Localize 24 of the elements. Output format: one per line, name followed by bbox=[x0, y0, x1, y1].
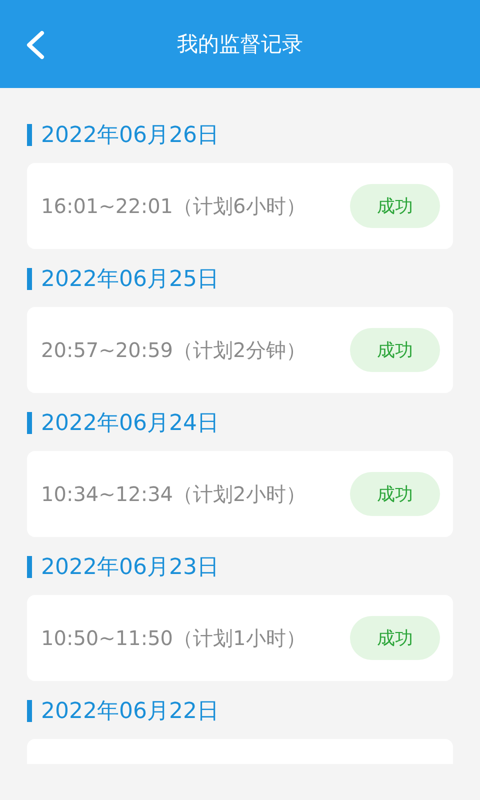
record-date: 2022年06月25日 bbox=[41, 266, 219, 294]
record-date: 2022年06月24日 bbox=[41, 410, 219, 438]
date-marker bbox=[27, 124, 32, 146]
record-date: 2022年06月23日 bbox=[41, 554, 219, 582]
record-card[interactable]: 16:01~22:01（计划6小时） 成功 bbox=[27, 163, 453, 249]
status-badge: 成功 bbox=[350, 472, 440, 516]
status-badge: 成功 bbox=[350, 184, 440, 228]
status-badge: 成功 bbox=[350, 616, 440, 660]
page-title: 我的监督记录 bbox=[177, 31, 303, 58]
date-marker bbox=[27, 412, 32, 434]
record-card[interactable]: 20:57~20:59（计划2分钟） 成功 bbox=[27, 307, 453, 393]
back-icon[interactable] bbox=[24, 30, 46, 60]
record-time: 10:50~11:50（计划1小时） bbox=[41, 624, 306, 652]
date-marker bbox=[27, 556, 32, 578]
record-time: 20:57~20:59（计划2分钟） bbox=[41, 336, 306, 364]
date-marker bbox=[27, 268, 32, 290]
record-date: 2022年06月22日 bbox=[41, 698, 219, 726]
record-card[interactable]: 10:34~12:34（计划2小时） 成功 bbox=[27, 451, 453, 537]
record-date: 2022年06月26日 bbox=[41, 122, 219, 150]
record-time: 10:34~12:34（计划2小时） bbox=[41, 480, 306, 508]
date-marker bbox=[27, 700, 32, 722]
status-badge: 成功 bbox=[350, 328, 440, 372]
record-card[interactable]: 10:50~11:50（计划1小时） 成功 bbox=[27, 595, 453, 681]
record-time: 16:01~22:01（计划6小时） bbox=[41, 192, 306, 220]
